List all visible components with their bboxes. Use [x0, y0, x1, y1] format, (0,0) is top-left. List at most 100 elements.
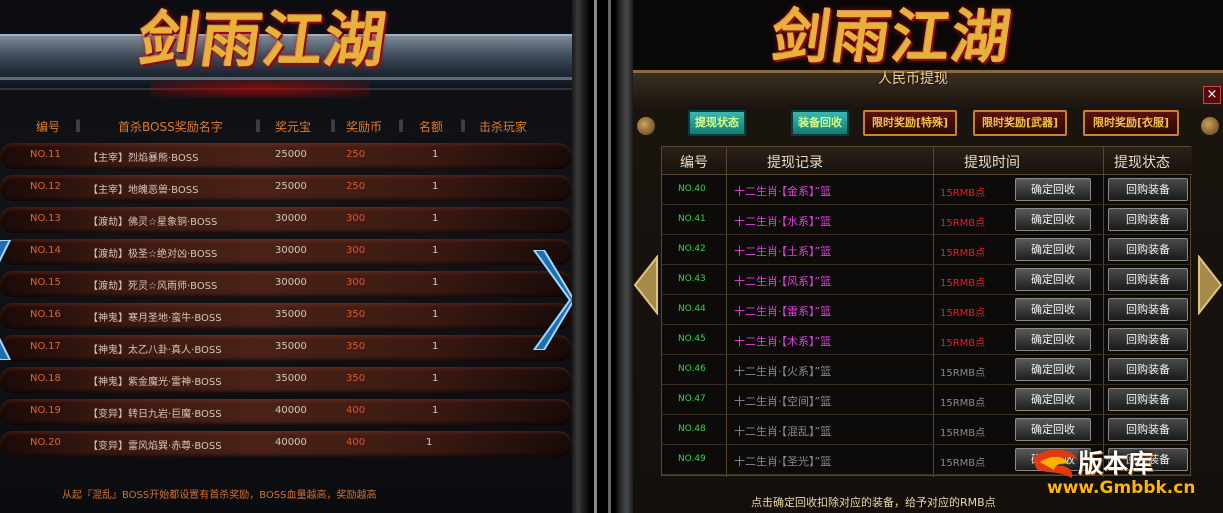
- boss-yuanbao: 30000: [275, 213, 307, 224]
- boss-yuanbao: 35000: [275, 309, 307, 320]
- row-time: 15RMB点: [940, 248, 986, 259]
- watermark-text: 版本库: [1078, 449, 1154, 478]
- boss-coin: 300: [346, 245, 366, 256]
- prev-page-arrow-icon[interactable]: [0, 240, 14, 360]
- tab-limited-weapon[interactable]: 限时奖励[武器]: [973, 110, 1067, 136]
- boss-name: 【渡劫】佛灵☆星象铜·BOSS: [88, 217, 218, 228]
- next-page-arrow-icon[interactable]: [530, 250, 572, 350]
- buyback-button[interactable]: 回购装备: [1108, 238, 1188, 261]
- ornament-knob-icon: [1201, 117, 1219, 135]
- boss-yuanbao: 35000: [275, 373, 307, 384]
- boss-name: 【主宰】地魄恶兽·BOSS: [88, 185, 199, 196]
- confirm-recycle-button[interactable]: 确定回收: [1015, 298, 1091, 321]
- col-number: 编号: [680, 155, 708, 171]
- boss-yuanbao: 40000: [275, 405, 307, 416]
- boss-name: 【主宰】烈焰暴熊·BOSS: [88, 153, 199, 164]
- boss-number: NO.12: [30, 181, 61, 192]
- row-record: 十二生肖·【混乱】”篮: [734, 425, 832, 438]
- col-time: 提现时间: [964, 155, 1020, 171]
- col-number: 编号: [36, 120, 61, 134]
- prev-page-arrow-icon[interactable]: [633, 255, 659, 315]
- withdraw-row: NO.40 十二生肖·【金系】”篮 15RMB点 确定回收 回购装备: [662, 175, 1192, 205]
- confirm-recycle-button[interactable]: 确定回收: [1015, 268, 1091, 291]
- boss-row: NO.19 【变异】转日九岩·巨魔·BOSS 40000 400 1: [0, 399, 572, 425]
- row-number: NO.46: [678, 364, 706, 374]
- boss-quota: 1: [432, 405, 439, 416]
- row-record: 十二生肖·【风系】”篮: [734, 275, 832, 288]
- withdraw-row: NO.46 十二生肖·【火系】”篮 15RMB点 确定回收 回购装备: [662, 355, 1192, 385]
- row-record: 十二生肖·【金系】”篮: [734, 185, 832, 198]
- row-record: 十二生肖·【圣光】”篮: [734, 455, 832, 468]
- boss-number: NO.18: [30, 373, 61, 384]
- boss-coin: 400: [346, 405, 366, 416]
- boss-number: NO.15: [30, 277, 61, 288]
- row-number: NO.44: [678, 304, 706, 314]
- confirm-recycle-button[interactable]: 确定回收: [1015, 178, 1091, 201]
- row-record: 十二生肖·【空间】”篮: [734, 395, 832, 408]
- tab-equipment-recycle[interactable]: 装备回收: [791, 110, 849, 136]
- confirm-recycle-button[interactable]: 确定回收: [1015, 208, 1091, 231]
- buyback-button[interactable]: 回购装备: [1108, 178, 1188, 201]
- boss-quota: 1: [432, 373, 439, 384]
- row-time: 15RMB点: [940, 368, 986, 379]
- boss-quota: 1: [432, 213, 439, 224]
- buyback-button[interactable]: 回购装备: [1108, 298, 1188, 321]
- tab-limited-special[interactable]: 限时奖励[特殊]: [863, 110, 957, 136]
- boss-quota: 1: [432, 149, 439, 160]
- tab-limited-clothes[interactable]: 限时奖励[衣服]: [1083, 110, 1179, 136]
- row-record: 十二生肖·【火系】”篮: [734, 365, 832, 378]
- boss-quota: 1: [432, 181, 439, 192]
- col-separator: ‖: [255, 118, 261, 132]
- buyback-button[interactable]: 回购装备: [1108, 358, 1188, 381]
- withdraw-row: NO.45 十二生肖·【木系】”篮 15RMB点 确定回收 回购装备: [662, 325, 1192, 355]
- confirm-recycle-button[interactable]: 确定回收: [1015, 388, 1091, 411]
- withdraw-table: 编号 提现记录 提现时间 提现状态 NO.40 十二生肖·【金系】”篮 15RM…: [661, 146, 1192, 477]
- col-status: 提现状态: [1114, 155, 1170, 171]
- boss-coin: 250: [346, 149, 366, 160]
- col-separator: ‖: [75, 118, 81, 132]
- logo-blood-splash: [150, 80, 370, 98]
- game-logo: 剑雨江湖: [134, 6, 393, 76]
- boss-row: NO.12 【主宰】地魄恶兽·BOSS 25000 250 1: [0, 175, 572, 201]
- buyback-button[interactable]: 回购装备: [1108, 328, 1188, 351]
- row-record: 十二生肖·【木系】”篮: [734, 335, 832, 348]
- confirm-recycle-button[interactable]: 确定回收: [1015, 328, 1091, 351]
- boss-row: NO.15 【渡劫】死灵☆风雨师·BOSS 30000 300 1: [0, 271, 572, 297]
- watermark-url: www.Gmbbk.cn: [1047, 478, 1196, 498]
- tab-withdraw-status[interactable]: 提现状态: [688, 110, 746, 136]
- boss-row: NO.14 【渡劫】极圣☆绝对凶·BOSS 30000 300 1: [0, 239, 572, 265]
- col-coin: 奖励币: [346, 120, 383, 134]
- row-time: 15RMB点: [940, 398, 986, 409]
- boss-coin: 300: [346, 213, 366, 224]
- boss-name: 【神鬼】太乙八卦·真人·BOSS: [88, 345, 222, 356]
- boss-number: NO.17: [30, 341, 61, 352]
- boss-row: NO.11 【主宰】烈焰暴熊·BOSS 25000 250 1: [0, 143, 572, 169]
- confirm-recycle-button[interactable]: 确定回收: [1015, 358, 1091, 381]
- confirm-recycle-button[interactable]: 确定回收: [1015, 418, 1091, 441]
- withdraw-footer-note: 点击确定回收扣除对应的装备，给予对应的RMB点: [751, 496, 996, 509]
- boss-yuanbao: 35000: [275, 341, 307, 352]
- col-separator: ‖: [330, 118, 336, 132]
- close-button[interactable]: ×: [1203, 86, 1221, 104]
- boss-coin: 350: [346, 309, 366, 320]
- boss-coin: 350: [346, 341, 366, 352]
- buyback-button[interactable]: 回购装备: [1108, 208, 1188, 231]
- boss-yuanbao: 30000: [275, 245, 307, 256]
- boss-quota: 1: [432, 277, 439, 288]
- next-page-arrow-icon[interactable]: [1197, 255, 1223, 315]
- boss-coin: 400: [346, 437, 366, 448]
- boss-number: NO.19: [30, 405, 61, 416]
- buyback-button[interactable]: 回购装备: [1108, 268, 1188, 291]
- withdraw-row: NO.47 十二生肖·【空间】”篮 15RMB点 确定回收 回购装备: [662, 385, 1192, 415]
- withdraw-row: NO.44 十二生肖·【雷系】”篮 15RMB点 确定回收 回购装备: [662, 295, 1192, 325]
- row-time: 15RMB点: [940, 458, 986, 469]
- row-record: 十二生肖·【雷系】”篮: [734, 305, 832, 318]
- buyback-button[interactable]: 回购装备: [1108, 388, 1188, 411]
- first-kill-boss-panel: 剑雨江湖 编号 ‖ 首杀BOSS奖励名字 ‖ 奖元宝 ‖ 奖励币 ‖ 名额 ‖ …: [0, 0, 572, 513]
- ornament-knob-icon: [637, 117, 655, 135]
- boss-number: NO.20: [30, 437, 61, 448]
- confirm-recycle-button[interactable]: 确定回收: [1015, 238, 1091, 261]
- buyback-button[interactable]: 回购装备: [1108, 418, 1188, 441]
- col-yuanbao: 奖元宝: [275, 120, 312, 134]
- col-boss-name: 首杀BOSS奖励名字: [118, 120, 223, 134]
